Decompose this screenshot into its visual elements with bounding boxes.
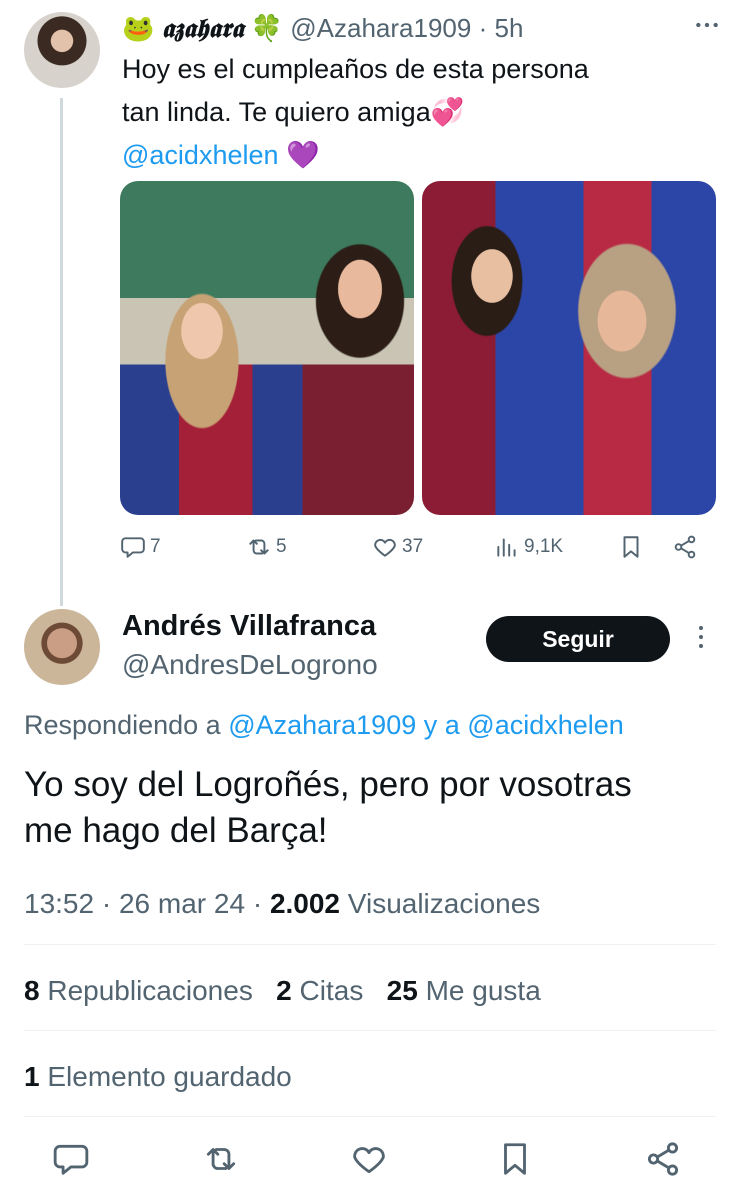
parent-header: 🐸 𝖆𝖟𝖆𝖍𝖆𝖗𝖆 🍀 @Azahara1909 · 5h [122,12,523,45]
divider [24,944,716,945]
thread-line [60,98,63,606]
bookmark-icon [623,536,639,558]
replying-user-link[interactable]: @Azahara1909 [228,710,416,740]
repost-button[interactable] [202,1140,246,1184]
replying-to: Respondiendo a @Azahara1909 y a @acidxhe… [24,705,624,745]
repost-button[interactable]: 5 [246,534,287,560]
reply-button[interactable] [52,1140,96,1184]
reply-button[interactable]: 7 [120,534,161,560]
quotes-stat[interactable]: 2 Citas [276,975,363,1006]
parent-tweet-text: Hoy es el cumpleaños de esta persona tan… [122,48,712,177]
tweet-time[interactable]: 13:52 [24,888,94,919]
parent-action-bar: 7 5 37 9,1K [120,534,716,566]
like-button[interactable] [350,1140,394,1184]
bookmark-button[interactable] [618,534,644,560]
parent-text-line: Hoy es el cumpleaños de esta persona [122,54,589,84]
reply-handle[interactable]: @AndresDeLogrono [122,648,378,682]
views-total: 2.002 [269,888,341,919]
heart-icon [374,538,396,557]
tweet-date[interactable]: 26 mar 24 [119,888,245,919]
reply-text-line: me hago del Barça! [24,811,328,850]
reply-avatar[interactable] [24,609,100,685]
parent-time[interactable]: 5h [495,13,524,43]
views-button[interactable]: 9,1K [494,534,563,560]
views-icon [497,538,516,557]
tweet-meta: 13:52 · 26 mar 24 · 2.002 Visualizacione… [24,888,541,919]
engagement-stats: 8 Republicaciones 2 Citas 25 Me gusta [24,972,541,1010]
share-icon [647,1142,679,1176]
reposts-stat[interactable]: 8 Republicaciones [24,975,253,1006]
bookmark-icon [504,1143,526,1175]
bookmark-button[interactable] [496,1140,540,1184]
reply-tweet-text: Yo soy del Logroñés, pero por vosotras m… [24,762,724,854]
bookmarks-stat: 1 Elemento guardado [24,1061,292,1092]
frog-emoji: 🐸 [122,13,155,43]
like-count: 37 [402,536,424,557]
follow-button[interactable]: Seguir [486,616,670,662]
divider [24,1116,716,1117]
more-icon[interactable] [694,12,720,43]
parent-handle[interactable]: @Azahara1909 [290,13,471,43]
likes-stat[interactable]: 25 Me gusta [387,975,541,1006]
share-button[interactable] [644,1140,688,1184]
share-button[interactable] [672,534,698,560]
reply-icon [53,1144,89,1175]
separator-dot: · [478,13,488,43]
parent-text-line: tan linda. Te quiero amiga💞 [122,97,465,127]
reply-count: 7 [150,536,161,557]
reply-icon [121,537,145,558]
replying-user-link[interactable]: @acidxhelen [467,710,624,740]
repost-icon [249,539,269,555]
repost-count: 5 [276,536,287,557]
tweet-photo[interactable] [422,181,716,515]
replying-and: y a [423,710,460,740]
divider [24,1030,716,1031]
replying-prefix: Respondiendo a [24,710,221,740]
purple-heart-emoji: 💜 [286,140,320,170]
parent-avatar[interactable] [24,12,100,88]
parent-display-name[interactable]: 𝖆𝖟𝖆𝖍𝖆𝖗𝖆 [162,14,244,44]
like-button[interactable]: 37 [372,534,423,560]
views-count: 9,1K [524,536,564,557]
tweet-photo[interactable] [120,181,414,515]
heart-icon [353,1147,385,1174]
reply-text-line: Yo soy del Logroñés, pero por vosotras [24,765,632,804]
repost-icon [206,1148,236,1170]
mention-link[interactable]: @acidxhelen [122,140,279,170]
reply-action-bar [0,1140,739,1188]
views-label: Visualizaciones [347,888,541,919]
clover-emoji: 🍀 [250,13,284,43]
more-vertical-icon[interactable] [699,626,705,653]
share-icon [674,535,696,559]
reply-display-name[interactable]: Andrés Villafranca [122,609,376,643]
